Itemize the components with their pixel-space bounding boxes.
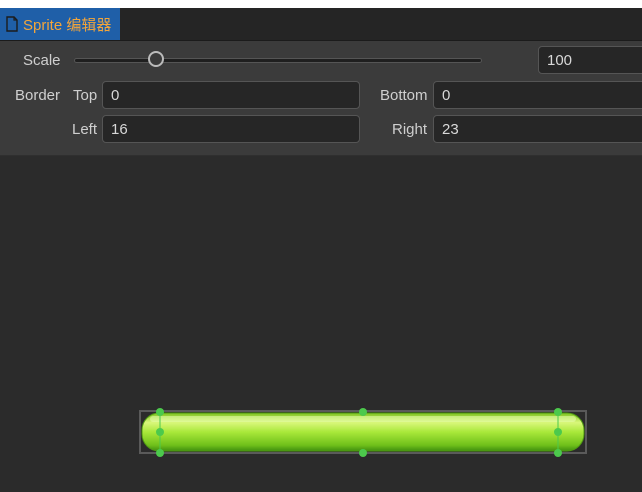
handle-middle-left[interactable] — [156, 428, 164, 436]
handle-bottom-center[interactable] — [359, 449, 367, 457]
right-label: Right — [392, 121, 428, 138]
handle-bottom-right[interactable] — [554, 449, 562, 457]
tab-bar: Sprite 编辑器 — [0, 8, 642, 41]
scale-value-field[interactable]: 100 — [538, 46, 642, 74]
sprite-preview-canvas — [0, 156, 642, 492]
handle-top-center[interactable] — [359, 408, 367, 416]
scale-label: Scale — [23, 52, 61, 69]
window-top-edge — [0, 0, 642, 8]
scale-slider-thumb[interactable] — [147, 51, 164, 67]
bottom-label: Bottom — [380, 87, 428, 104]
handle-top-left[interactable] — [156, 408, 164, 416]
border-top-field[interactable]: 0 — [102, 81, 360, 109]
sprite-settings-panel: Scale 100 Border Top 0 Bottom 0 Left 16 … — [0, 41, 642, 156]
sprite-highlight — [150, 416, 576, 422]
border-left-field[interactable]: 16 — [102, 115, 360, 143]
left-label: Left — [72, 121, 98, 138]
document-icon — [5, 16, 19, 32]
tab-sprite-editor[interactable]: Sprite 编辑器 — [0, 8, 120, 40]
top-label: Top — [73, 87, 98, 104]
tab-title: Sprite 编辑器 — [23, 16, 112, 34]
border-label: Border — [15, 87, 61, 104]
handle-bottom-left[interactable] — [156, 449, 164, 457]
border-right-field[interactable]: 23 — [433, 115, 642, 143]
scale-slider[interactable] — [74, 58, 482, 63]
handle-middle-right[interactable] — [554, 428, 562, 436]
handle-top-right[interactable] — [554, 408, 562, 416]
border-bottom-field[interactable]: 0 — [433, 81, 642, 109]
sprite-preview — [139, 408, 587, 457]
